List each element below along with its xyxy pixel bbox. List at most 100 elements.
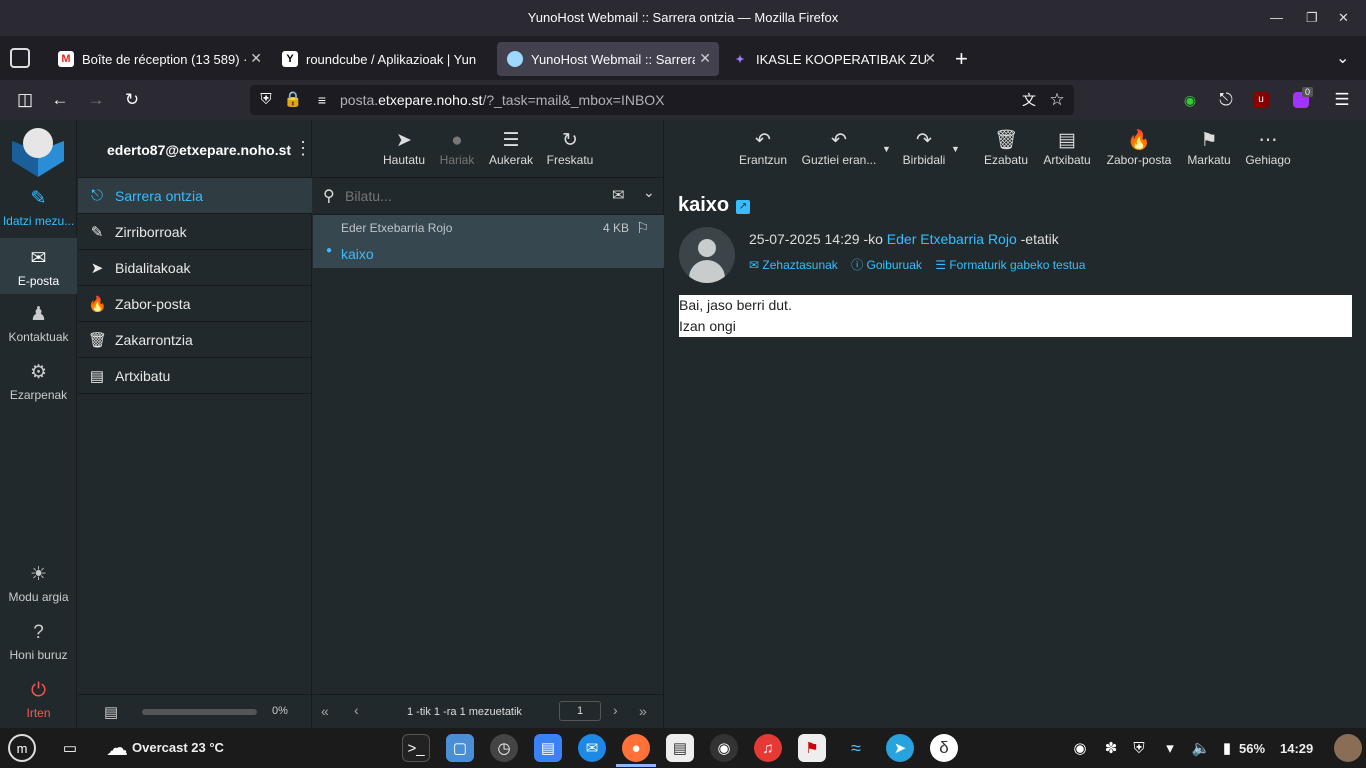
tab-ikasle[interactable]: ✦ IKASLE KOOPERATIBAK ZUZ ✕ [722, 42, 944, 76]
close-window-icon[interactable]: ✕ [1338, 0, 1349, 36]
reply-all-dropdown-icon[interactable]: ▼ [882, 144, 891, 154]
music-icon[interactable]: ♫ [754, 734, 782, 762]
light-mode-button[interactable]: ☀ Modu argia [0, 564, 77, 604]
unread-dot-icon[interactable]: ● [326, 245, 332, 256]
folder-trash[interactable]: 🗑 Zakarrontzia [78, 322, 312, 358]
telegram-icon[interactable]: ➤ [886, 734, 914, 762]
details-link[interactable]: Zehaztasunak [762, 258, 837, 272]
list-tabs-icon[interactable]: ⌄ [1336, 48, 1349, 68]
mint-menu-icon[interactable]: m [8, 734, 36, 762]
weather-cloud-icon[interactable]: ☁ [103, 734, 131, 762]
mail-filter-icon[interactable]: ✉ [612, 186, 625, 204]
back-icon[interactable]: ← [49, 89, 71, 111]
flatseal-icon[interactable]: ⚑ [798, 734, 826, 762]
shield-tray-icon[interactable]: ⛨ [1125, 734, 1153, 762]
forward-dropdown-icon[interactable]: ▼ [951, 144, 960, 154]
headers-link[interactable]: Goiburuak [867, 258, 922, 272]
wifi-icon[interactable]: ▾ [1156, 734, 1184, 762]
junk-icon: 🔥 [88, 295, 107, 313]
folder-drafts[interactable]: ✎ Zirriborroak [78, 214, 312, 250]
audio-wave-icon[interactable]: ≈ [842, 734, 870, 762]
select-button[interactable]: ➤ Hautatu [379, 130, 429, 167]
read-toolbar: ↶ Erantzun ↶ Guztiei eran... ▼ ↷ Birbidali … [665, 120, 1366, 178]
lock-icon[interactable]: 🔒 [282, 89, 304, 111]
plaintext-link[interactable]: Formaturik gabeko testua [949, 258, 1085, 272]
archive-icon: ▤ [1058, 130, 1076, 151]
options-button[interactable]: ☰ Aukerak [486, 130, 536, 167]
more-button[interactable]: ⋯ Gehiago [1241, 130, 1295, 167]
files-icon[interactable]: ▢ [446, 734, 474, 762]
sidebar-toggle-icon[interactable]: ◫ [14, 89, 36, 111]
store-icon[interactable]: ▤ [534, 734, 562, 762]
tab-roundcube-apps[interactable]: Y roundcube / Aplikazioak | Yun [272, 42, 494, 76]
bluetooth-icon[interactable]: ✽ [1097, 734, 1125, 762]
tab-gmail[interactable]: M Boîte de réception (13 589) · ✕ [48, 42, 270, 76]
sender-link[interactable]: Eder Etxebarria Rojo [887, 231, 1017, 247]
extension-icon[interactable]: ◉ [1179, 89, 1201, 111]
bookmark-star-icon[interactable]: ☆ [1046, 89, 1068, 111]
terminal-icon[interactable]: >_ [402, 734, 430, 762]
chevron-down-icon[interactable]: ⌄ [643, 184, 655, 201]
threads-button[interactable]: ● Hariak [435, 130, 479, 167]
permissions-icon[interactable]: ≡ [311, 89, 333, 111]
settings-button[interactable]: ⚙ Ezarpenak [0, 362, 77, 402]
battery-icon[interactable]: ▮ [1217, 734, 1237, 762]
shield-icon[interactable]: ⛨ [255, 89, 277, 111]
close-tab-icon[interactable]: ✕ [250, 50, 262, 67]
tab-webmail[interactable]: YunoHost Webmail :: Sarrera ✕ [497, 42, 719, 76]
screenshot-icon[interactable]: ◉ [1066, 734, 1094, 762]
message-row[interactable]: Eder Etxebarria Rojo 4 KB ⚐ ● kaixo [313, 215, 664, 268]
logout-button[interactable]: ⏻ Irten [0, 680, 77, 720]
timeshift-icon[interactable]: ◷ [490, 734, 518, 762]
page-number-input[interactable]: 1 [559, 701, 601, 721]
folder-archive[interactable]: ▤ Artxibatu [78, 358, 312, 394]
clock[interactable]: 14:29 [1280, 741, 1313, 756]
contacts-button[interactable]: ♟ Kontaktuak [0, 304, 77, 344]
search-input[interactable] [345, 183, 605, 209]
account-menu-icon[interactable]: ⋮ [294, 138, 312, 159]
volume-icon[interactable]: 🔈 [1187, 734, 1215, 762]
text-editor-icon[interactable]: ▤ [666, 734, 694, 762]
next-page-icon[interactable]: › [613, 702, 618, 718]
translate-icon[interactable]: 文 [1018, 89, 1040, 111]
reply-button[interactable]: ↶ Erantzun [737, 130, 789, 167]
delete-button[interactable]: 🗑 Ezabatu [979, 130, 1033, 167]
extensions-icon[interactable]: ⎋ [1215, 89, 1237, 111]
about-button[interactable]: ? Honi buruz [0, 622, 77, 662]
obs-icon[interactable]: ◉ [710, 734, 738, 762]
folder-sent[interactable]: ➤ Bidalitakoak [78, 250, 312, 286]
ublock-icon[interactable]: u [1253, 92, 1269, 108]
light-mode-icon: ☀ [29, 564, 48, 585]
firefox-view-icon[interactable] [10, 48, 30, 68]
prev-page-icon[interactable]: ‹ [354, 702, 359, 718]
refresh-button[interactable]: ↻ Freskatu [542, 130, 598, 167]
forward-icon[interactable]: → [85, 89, 107, 111]
forward-button[interactable]: ↷ Birbidali [897, 130, 951, 167]
junk-button[interactable]: 🔥 Zabor-posta [1103, 130, 1175, 167]
gmail-icon: M [58, 51, 74, 67]
maximize-icon[interactable]: ❐ [1306, 0, 1318, 36]
last-page-icon[interactable]: » [639, 703, 647, 719]
delta-chat-icon[interactable]: δ [930, 734, 958, 762]
menu-icon[interactable]: ☰ [1331, 89, 1353, 111]
mail-button[interactable]: ✉ E-posta [0, 238, 77, 294]
flag-icon[interactable]: ⚐ [636, 219, 649, 237]
url-bar[interactable]: posta.etxepare.noho.st/?_task=mail&_mbox… [250, 85, 1074, 115]
open-new-window-icon[interactable]: ↗ [736, 200, 750, 214]
folder-junk[interactable]: 🔥 Zabor-posta [78, 286, 312, 322]
firefox-icon[interactable]: ● [622, 734, 650, 762]
first-page-icon[interactable]: « [321, 703, 329, 719]
compose-button[interactable]: ✎ Idatzi mezu... [0, 188, 77, 228]
reply-all-button[interactable]: ↶ Guztiei eran... [799, 130, 879, 167]
new-tab-icon[interactable]: + [955, 46, 968, 72]
mark-button[interactable]: ⚑ Markatu [1182, 130, 1236, 167]
close-tab-icon[interactable]: ✕ [924, 50, 936, 67]
close-tab-icon[interactable]: ✕ [699, 50, 711, 67]
user-avatar-icon[interactable] [1334, 734, 1362, 762]
show-desktop-icon[interactable]: ▭ [56, 734, 84, 762]
archive-button[interactable]: ▤ Artxibatu [1039, 130, 1095, 167]
reload-icon[interactable]: ↻ [121, 89, 143, 111]
thunderbird-icon[interactable]: ✉ [578, 734, 606, 762]
folder-inbox[interactable]: ⎋ Sarrera ontzia [78, 178, 312, 214]
minimize-icon[interactable]: — [1270, 0, 1283, 36]
